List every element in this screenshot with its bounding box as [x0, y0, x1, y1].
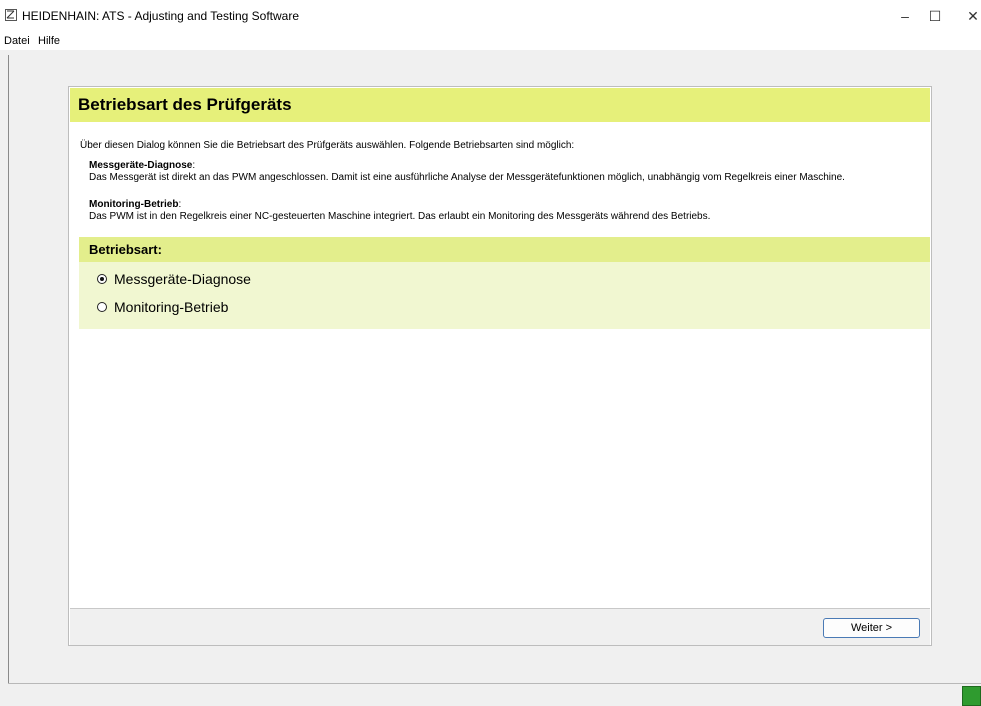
option-info-desc-diagnose: Das Messgerät ist direkt an das PWM ange…	[89, 172, 845, 183]
radio-button-unchecked[interactable]	[97, 302, 107, 312]
section-title: Betriebsart:	[89, 242, 162, 257]
radio-button-checked[interactable]	[97, 274, 107, 284]
option-info-desc-monitoring: Das PWM ist in den Regelkreis einer NC-g…	[89, 211, 711, 222]
radio-label: Messgeräte-Diagnose	[114, 271, 251, 287]
radio-option-monitoring[interactable]: Monitoring-Betrieb	[97, 298, 228, 316]
dialog-title: Betriebsart des Prüfgeräts	[78, 95, 292, 114]
dialog-footer: Weiter >	[70, 608, 930, 645]
title-bar: HEIDENHAIN: ATS - Adjusting and Testing …	[0, 0, 981, 32]
radio-label: Monitoring-Betrieb	[114, 299, 229, 315]
radio-option-diagnose[interactable]: Messgeräte-Diagnose	[97, 270, 251, 288]
status-bar	[8, 683, 981, 706]
section-header: Betriebsart:	[79, 237, 930, 262]
option-info-title-monitoring: Monitoring-Betrieb:	[89, 199, 182, 210]
operating-mode-dialog: Betriebsart des Prüfgeräts Über diesen D…	[68, 86, 932, 646]
application-window: HEIDENHAIN: ATS - Adjusting and Testing …	[0, 0, 981, 706]
app-icon	[5, 9, 17, 21]
menu-hilfe[interactable]: Hilfe	[38, 35, 60, 47]
window-title: HEIDENHAIN: ATS - Adjusting and Testing …	[22, 9, 300, 23]
menu-bar: Datei Hilfe	[0, 32, 981, 50]
dialog-header: Betriebsart des Prüfgeräts	[70, 88, 930, 122]
left-divider	[8, 55, 9, 685]
intro-text: Über diesen Dialog können Sie die Betrie…	[80, 140, 575, 151]
radio-panel: Messgeräte-Diagnose Monitoring-Betrieb	[79, 262, 930, 329]
next-button[interactable]: Weiter >	[823, 618, 920, 638]
connection-status-icon	[962, 686, 981, 706]
option-info-title-diagnose: Messgeräte-Diagnose:	[89, 160, 196, 171]
close-button[interactable]: ✕	[950, 0, 981, 32]
menu-datei[interactable]: Datei	[4, 35, 30, 47]
